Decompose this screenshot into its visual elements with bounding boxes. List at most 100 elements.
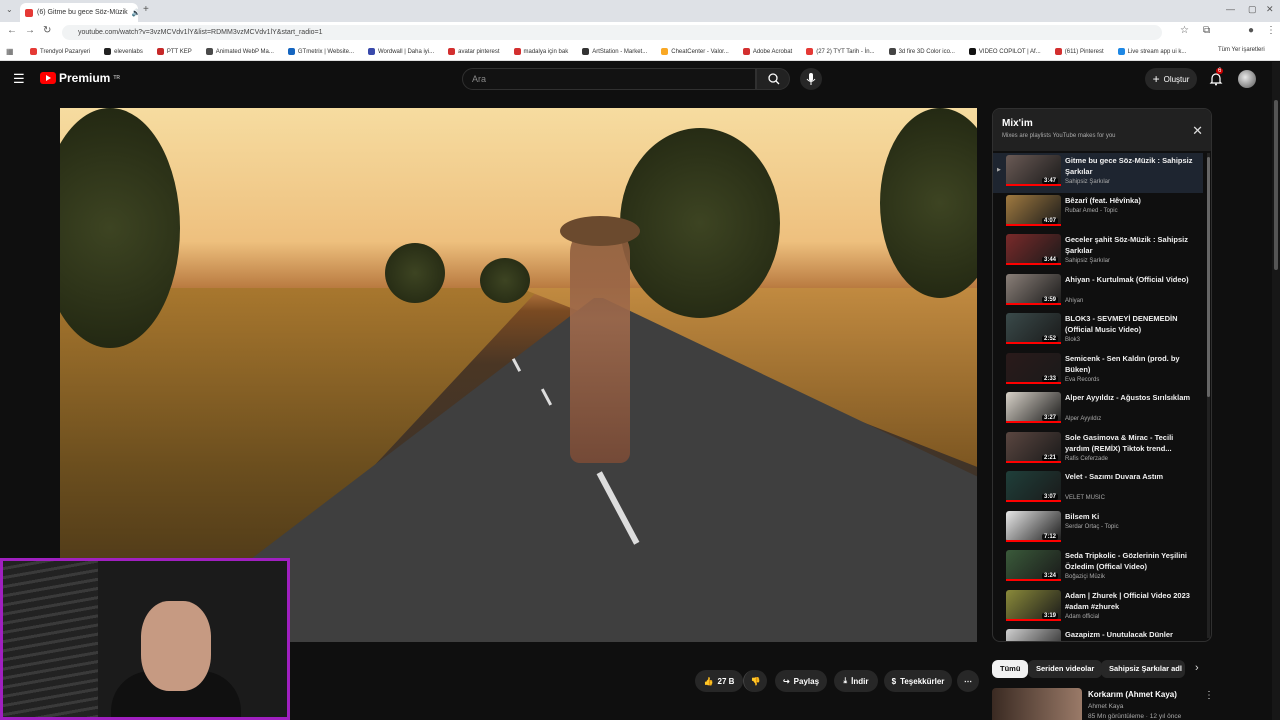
playlist-item-title: Alper Ayyıldız - Ağustos Sırılsıklam <box>1065 393 1191 402</box>
now-playing-icon: ▶ <box>997 167 1001 173</box>
bookmark-favicon-icon <box>1117 48 1125 55</box>
panel-scrollbar[interactable] <box>1207 157 1210 397</box>
tab-audio-icon[interactable]: 🔊 <box>132 9 138 17</box>
search-button[interactable] <box>756 68 790 90</box>
thanks-icon: $ <box>891 676 897 686</box>
playlist-item-title: Semicenk - Sen Kaldın (prod. by Büken) <box>1065 353 1180 374</box>
youtube-premium-logo[interactable]: Premium TR <box>40 71 120 85</box>
bookmark-favicon-icon <box>513 48 521 55</box>
more-actions-button[interactable]: ⋯ <box>957 670 979 692</box>
profile-icon[interactable]: ● <box>1248 25 1254 36</box>
bookmark-item[interactable]: Animated WebP Ma... <box>205 48 274 55</box>
tree-mid-2 <box>480 258 530 303</box>
back-icon[interactable]: ← <box>7 25 17 36</box>
hamburger-menu-icon[interactable]: ☰ <box>13 71 25 87</box>
playlist-item[interactable]: ▶ 3:47 Gitme bu gece Söz-Müzik : Sahipsiz … <box>993 153 1203 193</box>
playlist-item[interactable]: 2:52 BLOK3 - SEVMEYİ DENEMEDİN (Official … <box>993 311 1203 351</box>
bookmark-label: PTT KEP <box>166 48 192 55</box>
bookmark-item[interactable]: avatar pinterest <box>448 48 500 55</box>
bookmark-item[interactable]: (611) Pinterest <box>1054 48 1104 55</box>
bookmark-item[interactable]: 3d fire 3D Color ico... <box>888 48 955 55</box>
chip-all[interactable]: Tümü <box>992 660 1029 678</box>
page-scrollbar[interactable] <box>1274 100 1278 270</box>
bookmark-item[interactable]: PTT KEP <box>156 48 192 55</box>
playlist-item[interactable]: 7:12 Bilsem Ki Serdar Ortaç - Topic <box>993 509 1203 549</box>
playlist-item[interactable]: 3:59 Ahiyan - Kurtulmak (Official Video) A… <box>993 272 1203 312</box>
thanks-button[interactable]: $ Teşekkürler <box>884 670 952 692</box>
logo-text: Premium <box>59 71 111 85</box>
bookmark-item[interactable]: Live stream app ui k... <box>1117 48 1186 55</box>
voice-search-button[interactable] <box>800 68 822 90</box>
bookmark-item[interactable]: elevenlabs <box>104 48 143 55</box>
close-icon[interactable]: ✕ <box>1192 123 1203 139</box>
rec-menu-icon[interactable]: ⋮ <box>1204 690 1214 701</box>
playlist-item[interactable]: 4:07 Bêzarî (feat. Hêvînka) Rubar Amed - T… <box>993 193 1203 233</box>
playlist-item[interactable]: 3:07 Velet - Sazımı Duvara Astım VELET MUS… <box>993 469 1203 509</box>
playlist-item[interactable]: Gazapizm - Unutulacak DünlerGazapizm35 <box>993 627 1203 641</box>
playlist-item[interactable]: 2:21 Sole Gasimova & Mirac - Tecili yardı… <box>993 430 1203 470</box>
webcam-person-face <box>141 601 211 691</box>
tab-search-icon[interactable]: ⌄ <box>6 5 13 14</box>
watched-progress-bar <box>1006 342 1061 344</box>
panel-subtitle: Mixes are playlists YouTube makes for yo… <box>1002 133 1116 139</box>
bookmark-item[interactable]: (27 2) TYT Tarih - İn... <box>806 48 875 55</box>
playlist-item[interactable]: 3:27 Alper Ayyıldız - Ağustos Sırılsıklam… <box>993 390 1203 430</box>
bookmark-item[interactable]: VIDEO COPILOT | Af... <box>968 48 1041 55</box>
download-label: İndir <box>851 676 869 686</box>
rec-title: Korkarım (Ahmet Kaya) <box>1088 690 1177 699</box>
share-button[interactable]: ↪ Paylaş <box>775 670 827 692</box>
playlist-item-thumbnail: 3:59 <box>1006 273 1061 305</box>
bookmark-star-icon[interactable]: ☆ <box>1180 25 1189 36</box>
download-button[interactable]: ⤓ İndir <box>834 670 878 692</box>
chip-channel[interactable]: Sahipsiz Şarkılar adl <box>1101 660 1185 678</box>
playlist-item-channel: Boğaziçi Müzik <box>1065 574 1106 580</box>
bookmark-label: (27 2) TYT Tarih - İn... <box>816 48 875 55</box>
bookmark-favicon-icon <box>205 48 213 55</box>
url-field[interactable]: youtube.com/watch?v=3vzMCVdv1lY&list=RDM… <box>62 25 1162 40</box>
recommended-video[interactable]: Korkarım (Ahmet Kaya) Ahmet Kaya 85 Mn g… <box>992 688 1214 720</box>
bookmark-item[interactable]: Adobe Acrobat <box>742 48 792 55</box>
bookmark-item[interactable]: CheatCenter - Valor... <box>661 48 729 55</box>
forward-icon[interactable]: → <box>25 25 35 36</box>
menu-dots-icon[interactable]: ⋮ <box>1266 25 1276 36</box>
share-label: Paylaş <box>793 676 820 686</box>
bookmark-label: ArtStation - Market... <box>592 48 648 55</box>
bookmark-item[interactable]: Wordwall | Daha iyi... <box>368 48 434 55</box>
create-button[interactable]: + Oluştur <box>1145 68 1197 90</box>
account-avatar[interactable] <box>1238 70 1256 88</box>
playlist-item-title: Adam | Zhurek | Official Video 2023 #ada… <box>1065 590 1190 611</box>
playlist-item-title: Seda Tripkolic - Gözlerinin Yeşilini Özl… <box>1065 551 1187 571</box>
playlist-item[interactable]: 3:44 Geceler şahit Söz-Müzik : Sahipsiz Ş… <box>993 232 1203 272</box>
playlist-item[interactable]: 2:33 Semicenk - Sen Kaldın (prod. by Büke… <box>993 351 1203 391</box>
chevron-right-icon[interactable]: › <box>1195 662 1199 674</box>
playlist-item-title: Sole Gasimova & Mirac - Tecili yardım (R… <box>1065 432 1174 453</box>
bookmark-label: GTmetrix | Website... <box>297 48 354 55</box>
new-tab-icon[interactable]: + <box>143 4 149 15</box>
watched-progress-bar <box>1006 460 1061 463</box>
playlist-item[interactable]: 3:19 Adam | Zhurek | Official Video 2023 … <box>993 588 1203 628</box>
all-bookmarks[interactable]: Tüm Yer işaretleri <box>1214 47 1265 53</box>
tree-far-right <box>880 108 977 298</box>
playlist-item-channel: VELET MUSIC <box>1065 495 1105 501</box>
extensions-icon[interactable]: ⧉ <box>1203 25 1210 36</box>
bookmark-item[interactable]: GTmetrix | Website... <box>287 48 354 55</box>
like-button[interactable]: 👍 27 B <box>695 670 743 692</box>
playlist-item-thumbnail: 2:21 <box>1006 431 1061 463</box>
browser-tab[interactable]: (6) Gitme bu gece Söz-Müzik 🔊 ✕ <box>20 3 138 22</box>
woman-hat <box>560 216 640 246</box>
minimize-icon[interactable]: — <box>1226 4 1235 14</box>
apps-grid-icon[interactable]: ▦ <box>6 47 14 56</box>
playlist-item-title: BLOK3 - SEVMEYİ DENEMEDİN (Official Musi… <box>1065 314 1178 334</box>
playlist-item-channel: Blok3 <box>1065 337 1081 343</box>
browser-tab-bar: ⌄ (6) Gitme bu gece Söz-Müzik 🔊 ✕ + — ▢ … <box>0 0 1280 22</box>
reload-icon[interactable]: ↻ <box>43 25 51 36</box>
bookmark-item[interactable]: ArtStation - Market... <box>582 48 647 55</box>
dislike-button[interactable]: 👎 <box>743 670 767 692</box>
bookmark-item[interactable]: Trendyol Pazaryeri <box>30 48 90 55</box>
playlist-item[interactable]: 3:24 Seda Tripkolic - Gözlerinin Yeşilini… <box>993 548 1203 588</box>
chip-series[interactable]: Seriden videolar <box>1028 660 1103 678</box>
maximize-icon[interactable]: ▢ <box>1248 4 1257 15</box>
window-close-icon[interactable]: ✕ <box>1266 4 1274 15</box>
search-input[interactable]: Ara <box>462 68 756 90</box>
bookmark-item[interactable]: madalya için bak <box>513 48 568 55</box>
